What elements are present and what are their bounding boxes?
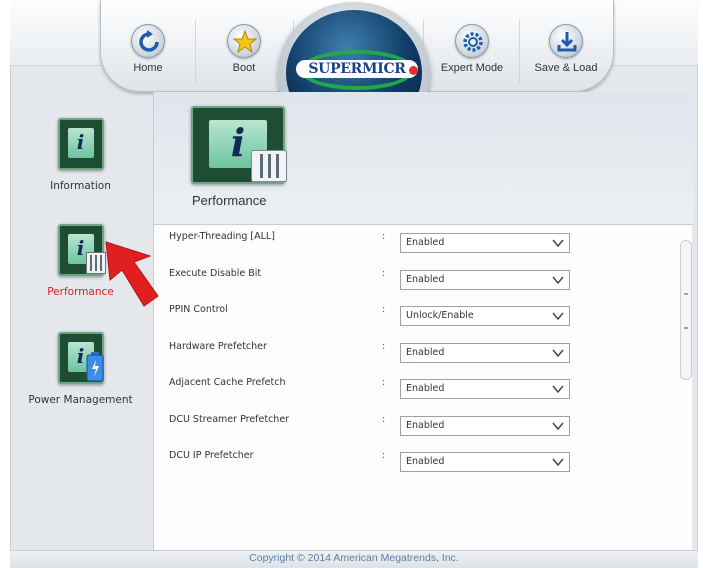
- logo-dot: [409, 66, 418, 75]
- hardware-prefetcher-select[interactable]: Enabled: [400, 342, 570, 363]
- execute-disable-bit-select[interactable]: Enabled: [400, 269, 570, 290]
- ppin-control-select[interactable]: Unlock/Enable: [400, 306, 570, 326]
- select-value: Enabled: [406, 419, 445, 431]
- dcu-ip-prefetcher-select[interactable]: Enabled: [400, 452, 570, 472]
- select-value: Enabled: [406, 346, 445, 358]
- chevron-down-icon: [552, 349, 564, 357]
- red-arrow-pointer-icon: [105, 241, 159, 307]
- setting-separator: :: [382, 413, 386, 425]
- select-value: Enabled: [406, 273, 445, 285]
- chevron-down-icon: [552, 385, 564, 394]
- performance-chip-icon: i: [57, 224, 106, 276]
- info-chip-icon: i: [57, 118, 104, 170]
- setting-label: Hyper-Threading [ALL]: [169, 231, 275, 242]
- setting-label: Hardware Prefetcher: [169, 340, 267, 352]
- setting-label: PPIN Control: [169, 304, 228, 315]
- setting-label: DCU Streamer Prefetcher: [169, 413, 290, 425]
- setting-row: Hardware Prefetcher : Enabled: [154, 335, 674, 372]
- nav-home-button[interactable]: Home: [103, 24, 193, 74]
- setting-row: Execute Disable Bit : Enabled: [154, 262, 674, 299]
- copyright-footer: Copyright © 2014 American Megatrends, In…: [10, 550, 698, 568]
- chevron-down-icon: [552, 312, 564, 321]
- sliders-icon: [251, 150, 287, 182]
- adjacent-cache-prefetch-select[interactable]: Enabled: [400, 379, 570, 399]
- chevron-down-icon: [552, 239, 564, 248]
- power-chip-icon: i: [57, 332, 104, 384]
- nav-divider: [195, 20, 196, 84]
- star-icon: [227, 24, 261, 58]
- setting-separator: :: [382, 304, 386, 315]
- settings-list: Hyper-Threading [ALL] : Enabled Execute …: [154, 225, 674, 481]
- nav-save-load-label: Save & Load: [534, 62, 598, 74]
- settings-panel: i Performance Hyper-Threading [ALL] : En…: [153, 92, 693, 551]
- chevron-down-icon: [552, 458, 564, 467]
- nav-save-load-button[interactable]: Save & Load: [521, 24, 611, 74]
- select-value: Enabled: [406, 237, 445, 248]
- setting-row: Adjacent Cache Prefetch : Enabled: [154, 371, 674, 408]
- hyper-threading-select[interactable]: Enabled: [400, 233, 570, 253]
- settings-scrollbar[interactable]: [680, 240, 692, 380]
- setting-separator: :: [382, 377, 386, 388]
- nav-boot-label: Boot: [232, 62, 256, 74]
- setting-separator: :: [382, 450, 386, 461]
- setting-separator: :: [382, 340, 386, 352]
- setting-label: Execute Disable Bit: [169, 267, 262, 279]
- nav-expert-mode-label: Expert Mode: [440, 62, 504, 74]
- setting-row: Hyper-Threading [ALL] : Enabled: [154, 225, 674, 262]
- setting-label: DCU IP Prefetcher: [169, 450, 254, 461]
- page-title: Performance: [192, 193, 267, 208]
- setting-label: Adjacent Cache Prefetch: [169, 377, 286, 388]
- refresh-icon: [131, 24, 165, 58]
- download-icon: [549, 24, 583, 58]
- setting-separator: :: [382, 267, 386, 279]
- dcu-streamer-prefetcher-select[interactable]: Enabled: [400, 415, 570, 436]
- gear-icon: [455, 24, 489, 58]
- select-value: Enabled: [406, 456, 445, 467]
- sidebar-item-power-management[interactable]: i Power Management: [18, 332, 143, 406]
- select-value: Enabled: [406, 383, 445, 394]
- nav-boot-button[interactable]: Boot: [199, 24, 289, 74]
- chevron-down-icon: [552, 276, 564, 284]
- sidebar-item-information[interactable]: i Information: [18, 118, 143, 192]
- select-value: Unlock/Enable: [406, 310, 474, 321]
- setting-separator: :: [382, 231, 386, 242]
- sidebar-item-label: Information: [50, 180, 111, 192]
- nav-divider: [519, 20, 520, 84]
- nav-expert-mode-button[interactable]: Expert Mode: [427, 24, 517, 74]
- setting-row: DCU IP Prefetcher : Enabled: [154, 444, 674, 481]
- sidebar-item-label: Power Management: [28, 394, 133, 406]
- setting-row: PPIN Control : Unlock/Enable: [154, 298, 674, 335]
- panel-header: i Performance: [154, 92, 693, 225]
- chevron-down-icon: [552, 422, 564, 430]
- scrollbar-grip-icon: [684, 293, 688, 329]
- setting-row: DCU Streamer Prefetcher : Enabled: [154, 408, 674, 445]
- nav-home-label: Home: [133, 62, 163, 74]
- supermicro-logo: SUPERMICR: [296, 60, 418, 78]
